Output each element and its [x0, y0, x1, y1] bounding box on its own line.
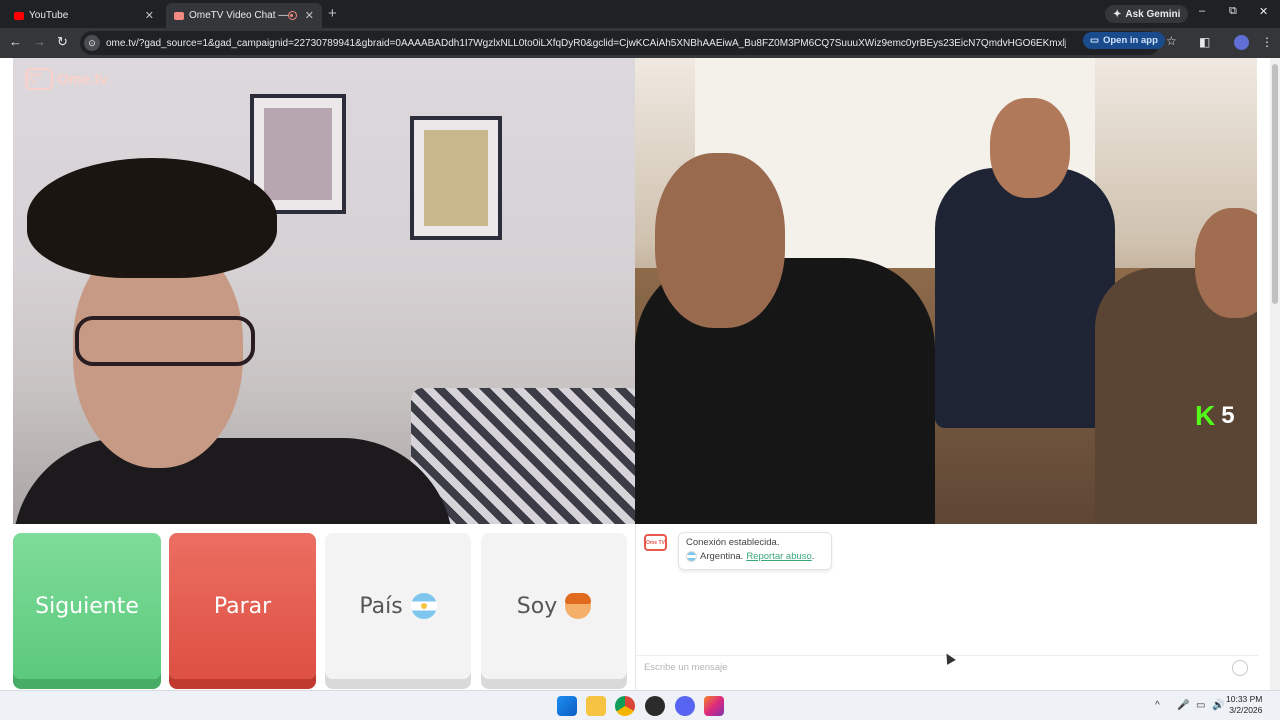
- stop-button[interactable]: Parar: [169, 533, 316, 679]
- browser-toolbar: ← → ↻ ⊙ ome.tv/?gad_source=1&gad_campaig…: [0, 28, 1280, 58]
- open-in-app-label: Open in app: [1102, 35, 1158, 46]
- discord-icon[interactable]: [675, 696, 695, 716]
- gender-button[interactable]: Soy: [481, 533, 627, 679]
- argentina-flag-icon: [410, 593, 437, 619]
- windows-taskbar: ^ 🎤 ▭ 🔊 10:33 PM 3/2/2026: [0, 690, 1280, 720]
- reload-icon[interactable]: ↻: [57, 34, 68, 50]
- kick-logo-icon: K: [1195, 400, 1216, 431]
- instagram-icon[interactable]: [704, 696, 724, 716]
- glasses: [75, 316, 255, 366]
- local-video: Ome TV Ome.tv: [13, 58, 635, 524]
- recording-icon: [287, 11, 297, 20]
- bookmark-star-icon[interactable]: ☆: [1166, 34, 1177, 48]
- chat-panel: Ome TV Conexión establecida. Argentina. …: [635, 524, 1258, 690]
- report-suffix: .: [811, 551, 815, 562]
- obs-icon[interactable]: [645, 696, 665, 716]
- chrome-icon[interactable]: [615, 696, 635, 716]
- tab-title: OmeTV Video Chat — Ome: [189, 10, 288, 21]
- back-arrow-icon[interactable]: ←: [9, 34, 22, 49]
- taskbar-clock[interactable]: 10:33 PM 3/2/2026: [1226, 694, 1262, 716]
- ometv-page: Ome TV Ome.tv K 5 Siguiente Parar País S…: [0, 58, 1270, 690]
- system-message: Conexión establecida. Argentina. Reporta…: [678, 532, 832, 570]
- close-tab-icon[interactable]: ✕: [305, 9, 314, 22]
- local-person-hair: [27, 158, 277, 278]
- open-in-app-button[interactable]: ▭ Open in app: [1083, 32, 1165, 49]
- tab-ometv[interactable]: OmeTV Video Chat — Ome ✕: [166, 3, 322, 28]
- report-abuse-link[interactable]: Reportar abuso: [746, 551, 811, 562]
- ask-gemini-label: Ask Gemini: [1125, 8, 1181, 20]
- remote-person: [935, 168, 1115, 428]
- message-input[interactable]: [644, 662, 1224, 673]
- new-tab-button[interactable]: +: [328, 5, 337, 22]
- site-info-icon[interactable]: ⊙: [84, 35, 100, 51]
- minimize-button[interactable]: –: [1199, 5, 1205, 17]
- ometv-logo-mark: Ome TV: [25, 68, 53, 90]
- ometv-chat-avatar: Ome TV: [644, 534, 667, 551]
- next-button-label: Siguiente: [35, 593, 139, 619]
- network-icon[interactable]: ▭: [1196, 700, 1205, 711]
- gender-button-label: Soy: [516, 593, 558, 619]
- partner-country: Argentina.: [700, 551, 744, 562]
- country-filter-button[interactable]: País: [325, 533, 471, 679]
- kick-overlay-number: 5: [1221, 402, 1235, 429]
- kick-overlay: K 5: [1195, 400, 1235, 432]
- emoji-picker-icon[interactable]: [1232, 660, 1248, 676]
- clock-date: 3/2/2026: [1229, 705, 1263, 715]
- partner-country-line: Argentina. Reportar abuso.: [686, 551, 824, 562]
- menu-dots-icon[interactable]: ⋮: [1261, 35, 1273, 49]
- scrollbar-thumb[interactable]: [1272, 64, 1278, 304]
- app-window-icon: ▭: [1090, 35, 1099, 46]
- microphone-icon[interactable]: 🎤: [1177, 700, 1189, 711]
- ometv-logo[interactable]: Ome TV Ome.tv: [25, 68, 108, 90]
- clock-time: 10:33 PM: [1226, 694, 1263, 704]
- page-scrollbar[interactable]: [1270, 58, 1280, 690]
- url-text[interactable]: ome.tv/?gad_source=1&gad_campaignid=2273…: [106, 38, 1066, 49]
- browser-tab-strip: YouTube ✕ OmeTV Video Chat — Ome ✕ + ✦ A…: [0, 0, 1280, 28]
- remote-person-face: [1195, 208, 1257, 318]
- connection-status: Conexión establecida.: [686, 537, 780, 548]
- tab-youtube[interactable]: YouTube ✕: [6, 3, 162, 28]
- argentina-flag-icon: [686, 551, 697, 562]
- country-button-label: País: [359, 593, 403, 619]
- file-explorer-icon[interactable]: [586, 696, 606, 716]
- tab-title: YouTube: [29, 10, 69, 21]
- tray-chevron-icon[interactable]: ^: [1155, 700, 1160, 711]
- wall-picture: [410, 116, 502, 240]
- forward-arrow-icon[interactable]: →: [33, 34, 46, 49]
- gemini-sparkle-icon: ✦: [1113, 8, 1122, 20]
- side-panel-icon[interactable]: ◧: [1199, 35, 1210, 49]
- ometv-icon: [174, 11, 184, 20]
- remote-person-face: [990, 98, 1070, 198]
- profile-avatar[interactable]: [1234, 35, 1249, 50]
- volume-icon[interactable]: 🔊: [1212, 700, 1224, 711]
- start-windows-icon[interactable]: [557, 696, 577, 716]
- next-button[interactable]: Siguiente: [13, 533, 161, 679]
- address-bar[interactable]: ⊙ ome.tv/?gad_source=1&gad_campaignid=22…: [80, 31, 1160, 55]
- local-person: [13, 438, 453, 524]
- remote-video: K 5: [635, 58, 1257, 524]
- boy-emoji-icon: [565, 593, 592, 619]
- close-tab-icon[interactable]: ✕: [145, 9, 154, 22]
- ask-gemini-button[interactable]: ✦ Ask Gemini: [1105, 5, 1189, 23]
- stop-button-label: Parar: [213, 593, 272, 619]
- remote-person-face: [655, 153, 785, 328]
- ometv-logo-text: Ome.tv: [57, 70, 108, 88]
- youtube-icon: [14, 11, 24, 20]
- close-window-button[interactable]: ✕: [1259, 5, 1268, 18]
- maximize-button[interactable]: ⧉: [1229, 5, 1237, 18]
- bed: [411, 388, 635, 524]
